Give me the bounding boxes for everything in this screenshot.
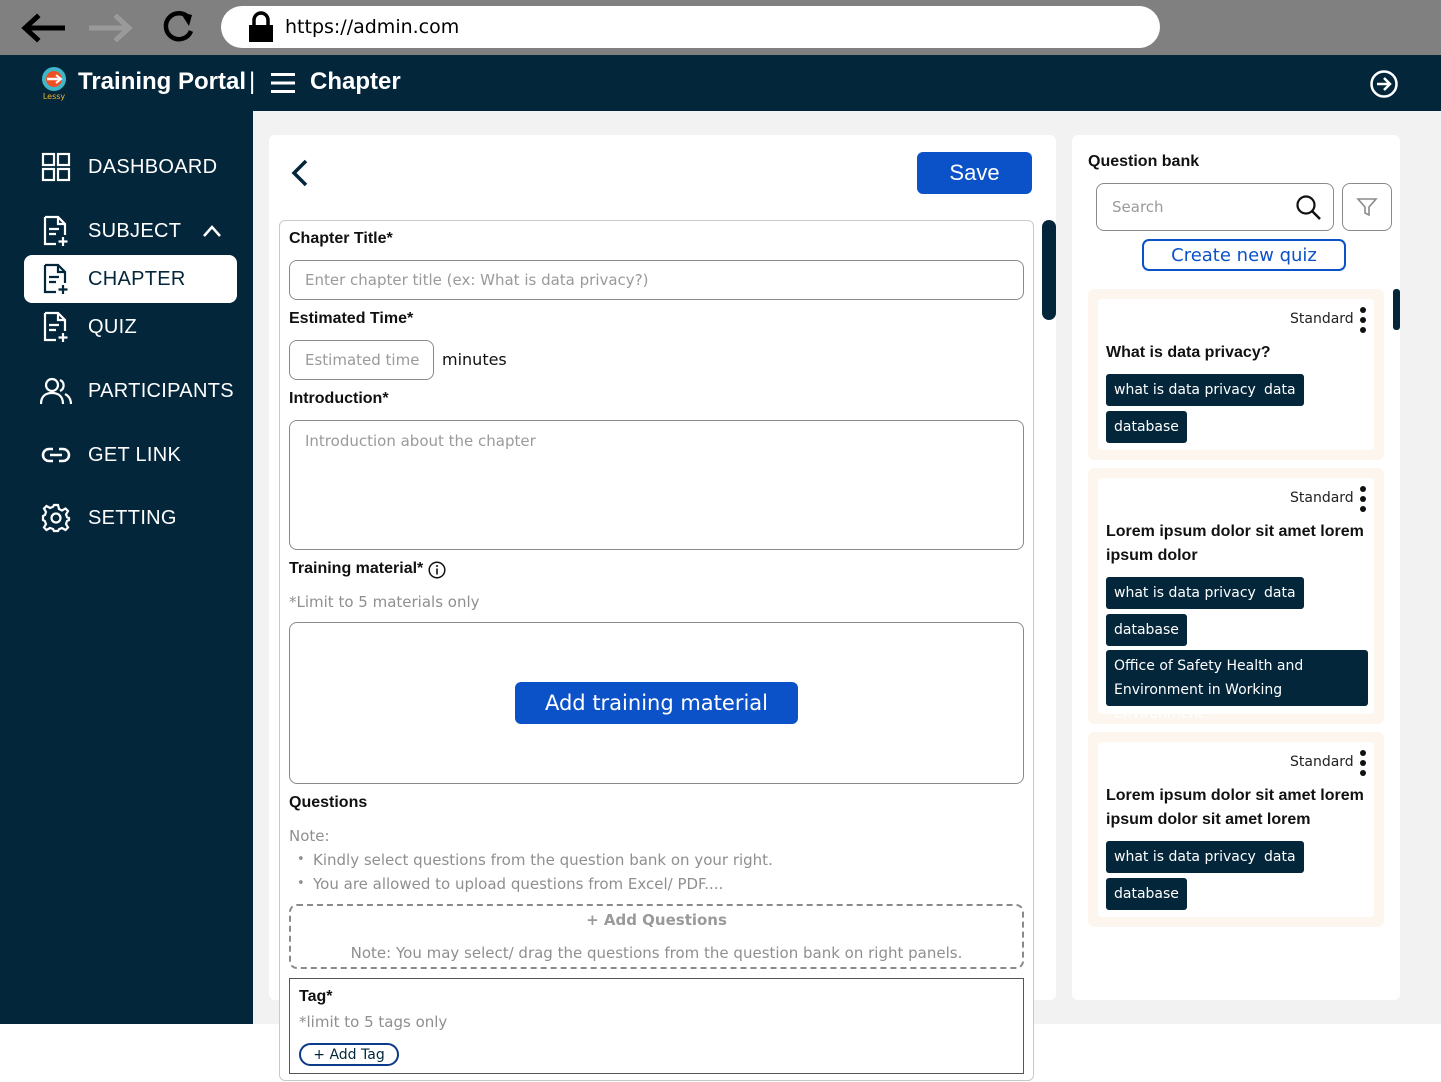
document-add-icon — [40, 263, 72, 295]
introduction-textarea[interactable] — [289, 420, 1024, 550]
hamburger-menu-icon[interactable] — [271, 72, 295, 94]
question-title: What is data privacy? — [1106, 344, 1271, 361]
browser-back-icon[interactable] — [18, 6, 66, 50]
sidebar-item-label: QUIZ — [88, 315, 137, 338]
question-type-label: Standard — [1290, 754, 1354, 770]
app-title: Training Portal — [78, 68, 247, 95]
kebab-menu-icon[interactable] — [1359, 485, 1367, 513]
question-tag-chip: Office of Safety Health and Environment … — [1106, 650, 1368, 722]
chevron-up-icon[interactable] — [201, 221, 223, 241]
training-material-hint: *Limit to 5 materials only — [289, 593, 480, 611]
estimated-time-input[interactable] — [289, 340, 434, 380]
sidebar-item-get-link[interactable]: GET LINK — [24, 431, 237, 479]
bullet-icon: • — [297, 876, 305, 891]
question-bank-title: Question bank — [1088, 153, 1200, 170]
create-new-quiz-button[interactable]: Create new quiz — [1142, 239, 1346, 271]
question-tag-chip: database — [1106, 411, 1187, 443]
search-icon[interactable] — [1295, 194, 1323, 222]
chapter-title-input[interactable] — [289, 260, 1024, 300]
sidebar-item-label: CHAPTER — [88, 267, 186, 290]
kebab-menu-icon[interactable] — [1359, 306, 1367, 334]
sidebar-item-setting[interactable]: SETTING — [24, 494, 237, 542]
add-training-material-button[interactable]: Add training material — [515, 682, 798, 724]
grid-icon — [40, 151, 72, 183]
question-tag-chip: database — [1106, 878, 1187, 910]
logout-icon[interactable] — [1369, 69, 1399, 99]
tag-label: Tag* — [299, 988, 333, 1005]
document-add-icon — [40, 311, 72, 343]
document-add-icon — [40, 215, 72, 247]
browser-reload-icon[interactable] — [154, 6, 202, 50]
training-material-label: Training material* — [289, 560, 424, 577]
introduction-label: Introduction* — [289, 390, 389, 407]
question-tag-chip: what is data privacy — [1106, 577, 1264, 609]
sidebar-item-label: PARTICIPANTS — [88, 379, 234, 402]
url-text: https://admin.com — [285, 16, 460, 38]
question-tag-chip: data — [1256, 577, 1304, 609]
lock-icon — [249, 11, 273, 42]
questions-note-label: Note: — [289, 827, 330, 845]
back-chevron-icon[interactable] — [286, 157, 316, 189]
tag-hint: *limit to 5 tags only — [299, 1013, 448, 1031]
question-tag-chip: what is data privacy — [1106, 841, 1264, 873]
gear-icon — [40, 502, 72, 534]
question-search-input[interactable] — [1098, 185, 1288, 229]
question-type-label: Standard — [1290, 490, 1354, 506]
header-separator: | — [249, 68, 256, 95]
sidebar-item-label: GET LINK — [88, 443, 182, 466]
filter-icon — [1356, 198, 1378, 217]
info-icon[interactable] — [428, 561, 446, 579]
browser-toolbar: https://admin.com — [0, 0, 1441, 55]
sidebar-item-participants[interactable]: PARTICIPANTS — [24, 367, 237, 415]
save-button[interactable]: Save — [917, 152, 1032, 194]
question-type-label: Standard — [1290, 311, 1354, 327]
question-bank-scrollbar[interactable] — [1393, 289, 1400, 330]
questions-drag-note: Note: You may select/ drag the questions… — [350, 944, 963, 962]
question-tag-chip: data — [1256, 374, 1304, 406]
estimated-time-label: Estimated Time* — [289, 310, 414, 327]
sidebar-item-quiz[interactable]: QUIZ — [24, 303, 237, 351]
chapter-title-label: Chapter Title* — [289, 230, 393, 247]
question-title: Lorem ipsum dolor sit amet lorem ipsum d… — [1106, 523, 1364, 564]
app-header: Lessy Training Portal | Chapter — [0, 55, 1441, 111]
question-search-box — [1096, 183, 1334, 231]
sidebar-item-label: DASHBOARD — [88, 155, 218, 178]
add-tag-button[interactable]: + Add Tag — [299, 1043, 399, 1066]
sidebar-item-subject[interactable]: SUBJECT — [24, 207, 237, 255]
svg-text:Lessy: Lessy — [43, 92, 66, 101]
users-icon — [40, 375, 72, 407]
kebab-menu-icon[interactable] — [1359, 749, 1367, 777]
questions-note-item: You are allowed to upload questions from… — [313, 875, 724, 893]
sidebar-item-chapter[interactable]: CHAPTER — [24, 255, 237, 303]
lessy-logo-icon: Lessy — [42, 67, 66, 101]
question-tag-chip: database — [1106, 614, 1187, 646]
form-scrollbar[interactable] — [1042, 220, 1056, 320]
filter-button[interactable] — [1342, 183, 1392, 231]
question-tag-chip: what is data privacy — [1106, 374, 1264, 406]
question-tag-chip: data — [1256, 841, 1304, 873]
sidebar-item-label: SUBJECT — [88, 219, 182, 242]
add-questions-link[interactable]: + Add Questions — [289, 911, 1024, 929]
sidebar-item-dashboard[interactable]: DASHBOARD — [24, 143, 237, 191]
address-bar[interactable]: https://admin.com — [221, 6, 1160, 48]
browser-forward-icon[interactable] — [88, 6, 136, 50]
questions-label: Questions — [289, 794, 368, 811]
page-title: Chapter — [310, 68, 401, 95]
link-icon — [40, 439, 72, 471]
sidebar-item-label: SETTING — [88, 506, 177, 529]
questions-note-item: Kindly select questions from the questio… — [313, 851, 773, 869]
estimated-time-unit: minutes — [442, 350, 507, 369]
question-title: Lorem ipsum dolor sit amet lorem ipsum d… — [1106, 787, 1364, 828]
bullet-icon: • — [297, 852, 305, 867]
